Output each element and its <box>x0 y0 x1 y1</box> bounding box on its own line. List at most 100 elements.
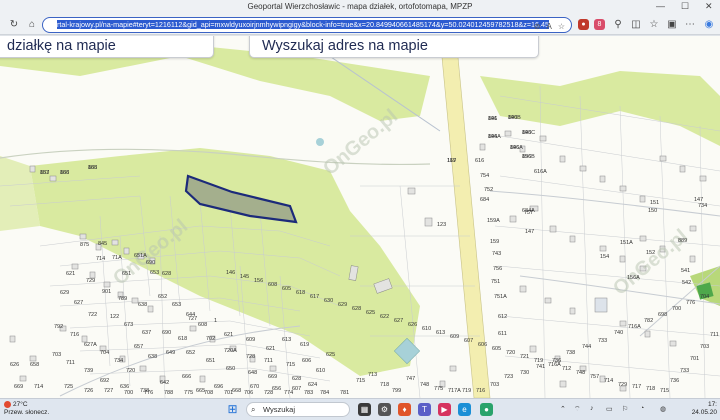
plot-number-label: 698 <box>658 312 667 318</box>
plot-number-label: 733 <box>680 368 689 374</box>
home-icon[interactable]: ⌂ <box>26 19 38 31</box>
extension-icon-2[interactable]: 8 <box>594 19 605 30</box>
plot-number-label: 146 <box>226 270 235 276</box>
tray-battery-icon[interactable]: ▭ <box>606 405 613 413</box>
plot-number-label: 610 <box>422 326 431 332</box>
task-view-icon[interactable]: ▦ <box>358 403 371 416</box>
plot-number-label: 703 <box>490 382 499 388</box>
plot-number-label: 165 <box>88 165 97 171</box>
tray-notify-icon[interactable]: ◔ <box>640 405 644 412</box>
plot-number-label: 1 <box>214 318 217 324</box>
plot-number-label: 726 <box>84 388 93 394</box>
plot-number-label: 684 <box>480 197 489 203</box>
plot-number-label: 748 <box>420 382 429 388</box>
plot-number-label: 751A <box>494 294 507 300</box>
taskbar-search-input[interactable]: ⌕ Wyszukaj <box>246 402 350 417</box>
browser-toolbar: ↻ ⌂ rtal-krajowy.pl/na-mapie#teryt=12161… <box>0 16 720 35</box>
plot-number-label: 714 <box>604 378 613 384</box>
plot-number-label: 701 <box>224 390 233 396</box>
brave-browser-icon[interactable]: ♦ <box>398 403 411 416</box>
plot-number-label: 736 <box>670 378 679 384</box>
address-bar[interactable]: rtal-krajowy.pl/na-mapie#teryt=1216112&g… <box>42 17 572 33</box>
plot-number-label: 621 <box>224 332 233 338</box>
plot-number-label: 690 <box>146 260 155 266</box>
plot-number-label: 702 <box>206 336 215 342</box>
plot-number-label: 140 <box>508 115 517 121</box>
plot-number-label: 611 <box>498 331 507 337</box>
plot-number-label: 719 <box>462 388 471 394</box>
plot-number-label: 669 <box>268 374 277 380</box>
plot-number-label: 716A <box>628 324 641 330</box>
plot-number-label: 541 <box>681 268 690 274</box>
map-canvas[interactable]: OnGeo.pl OnGeo.pl OnGeo.pl 896 896B896A89… <box>0 36 720 398</box>
plot-number-label: 629 <box>338 302 347 308</box>
settings-app-icon[interactable]: ⚙ <box>378 403 391 416</box>
more-menu-icon[interactable]: ⋯ <box>684 19 696 31</box>
tray-chevron-icon[interactable]: ⌃ <box>560 405 566 413</box>
reload-icon[interactable]: ↻ <box>8 19 20 31</box>
extensions-icon[interactable]: ⚲ <box>612 19 624 31</box>
favorites-icon[interactable]: ☆ <box>648 19 660 31</box>
plot-number-label: 723 <box>504 374 513 380</box>
plot-number-label: 704 <box>100 350 109 356</box>
split-screen-icon[interactable]: ◫ <box>630 19 642 31</box>
window-title: Geoportal Wierzchosławic - mapa działek,… <box>247 2 473 11</box>
plot-number-label: 730 <box>520 370 529 376</box>
plot-number-label: 626 <box>10 362 19 368</box>
plot-number-label: 156 <box>522 154 531 160</box>
plot-number-label: 621 <box>66 271 75 277</box>
plot-number-label: 653 <box>172 302 181 308</box>
plot-number-label: 692 <box>100 378 109 384</box>
plot-number-label: 156A <box>627 275 640 281</box>
plot-number-label: 782 <box>644 318 653 324</box>
plot-number-label: 658 <box>30 362 39 368</box>
plot-number-label: 729 <box>618 382 627 388</box>
teams-app-icon[interactable]: T <box>418 403 431 416</box>
plot-number-label: 775 <box>184 390 193 396</box>
maximize-icon[interactable]: ☐ <box>681 1 689 12</box>
weather-widget[interactable]: 27°C Przew. słonecz. <box>4 401 49 417</box>
plot-number-label: 733 <box>598 338 607 344</box>
plot-number-label: 715 <box>660 388 669 394</box>
copilot-icon[interactable]: ◉ <box>703 19 715 31</box>
close-icon[interactable]: ✕ <box>705 1 713 12</box>
read-aloud-icon[interactable]: A <box>546 20 551 32</box>
tray-volume-icon[interactable]: ♪ <box>590 405 594 412</box>
plot-number-label: 610 <box>316 368 325 374</box>
media-app-icon[interactable]: ▶ <box>438 403 451 416</box>
search-address-button[interactable]: Wyszukaj adres na mapie <box>249 36 539 58</box>
plot-number-label: 696 <box>214 384 223 390</box>
extension-icon-1[interactable]: ● <box>578 19 589 30</box>
plot-number-label: 738 <box>566 350 575 356</box>
start-windows-icon[interactable]: ⊞ <box>226 403 239 416</box>
plot-number-label: 159A <box>487 218 500 224</box>
plot-number-label: 703 <box>52 352 61 358</box>
plot-number-label: 605 <box>282 286 291 292</box>
tray-app-icon[interactable]: ◍ <box>660 405 666 413</box>
tray-lang-icon[interactable]: ⚐ <box>622 405 628 413</box>
plot-number-label: 743 <box>492 251 501 257</box>
plot-number-label: 756 <box>493 266 502 272</box>
plot-number-label: 542 <box>682 280 691 286</box>
find-plot-label: działkę na mapie <box>7 38 116 54</box>
taskbar-clock[interactable]: 17: 24.05.20 <box>692 401 717 417</box>
plot-number-label: 875 <box>80 242 89 248</box>
plot-number-label: 612 <box>498 314 507 320</box>
plot-number-label: 652 <box>186 350 195 356</box>
plot-number-label: 784 <box>320 390 329 396</box>
eye-off-icon[interactable]: ⊘ <box>534 20 541 32</box>
tray-wifi-icon[interactable]: ⌔ <box>574 405 581 414</box>
minimize-icon[interactable]: — <box>656 1 665 11</box>
app-icon-7[interactable]: ● <box>480 403 493 416</box>
plot-number-label: 713 <box>368 372 377 378</box>
plot-number-label: 734 <box>114 358 123 364</box>
plot-number-label: 715 <box>356 378 365 384</box>
favorite-star-icon[interactable]: ☆ <box>558 20 565 32</box>
plot-number-label: 628 <box>352 306 361 312</box>
collections-icon[interactable]: ▣ <box>666 19 678 31</box>
plot-number-label: 651 <box>206 358 215 364</box>
find-plot-button[interactable]: działkę na mapie <box>0 36 214 58</box>
plot-number-label: 788 <box>164 390 173 396</box>
edge-browser-icon[interactable]: e <box>458 403 471 416</box>
plot-number-label: 703 <box>700 344 709 350</box>
